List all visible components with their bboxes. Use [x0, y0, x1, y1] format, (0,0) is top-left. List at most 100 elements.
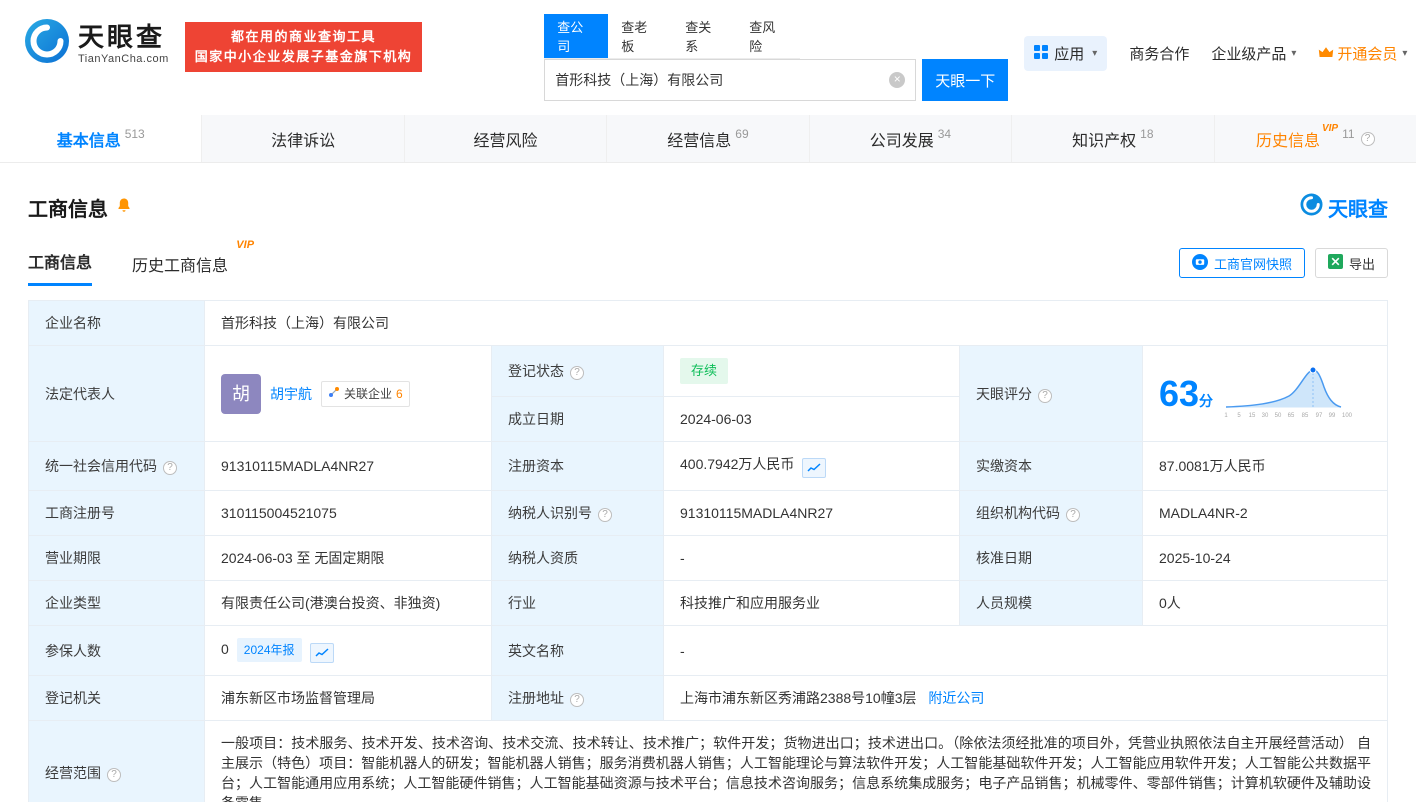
- taxpayer-id-value: 91310115MADLA4NR27: [663, 490, 960, 536]
- tab-operation-info-label: 经营信息: [667, 132, 732, 150]
- help-icon[interactable]: [1038, 388, 1052, 403]
- subtab-actions: 工商官网快照 导出: [1178, 248, 1388, 286]
- svg-text:1: 1: [1224, 413, 1228, 419]
- industry-value: 科技推广和应用服务业: [663, 580, 960, 626]
- related-companies-count: 6: [396, 386, 403, 401]
- legal-rep-link[interactable]: 胡宇航: [270, 384, 312, 404]
- help-icon[interactable]: [107, 768, 121, 782]
- reg-capital-text: 400.7942万人民币: [680, 456, 795, 472]
- apps-menu[interactable]: 应用: [1024, 36, 1108, 71]
- related-companies-label: 关联企业: [344, 386, 393, 401]
- address-label: 注册地址: [491, 675, 664, 721]
- promo-banner: 都在用的商业查询工具 国家中小企业发展子基金旗下机构: [184, 22, 423, 72]
- open-vip-menu[interactable]: 开通会员: [1318, 43, 1407, 64]
- tab-basic-info-label: 基本信息: [56, 132, 121, 150]
- section-head: 工商信息 天眼查: [28, 193, 1388, 222]
- search-tab-boss[interactable]: 查老板: [608, 14, 672, 58]
- brand-domain: TianYanCha.com: [78, 52, 169, 65]
- help-icon[interactable]: [1360, 131, 1375, 146]
- trend-chart-icon[interactable]: [309, 643, 334, 663]
- status-badge: 存续: [680, 358, 729, 384]
- tab-intellectual-property[interactable]: 知识产权 18: [1011, 115, 1213, 162]
- approval-date-label: 核准日期: [959, 535, 1143, 581]
- help-icon[interactable]: [570, 366, 584, 380]
- insured-count-label: 参保人数: [28, 625, 205, 676]
- org-code-value: MADLA4NR-2: [1142, 490, 1388, 536]
- table-row: 营业期限 2024-06-03 至 无固定期限 纳税人资质 - 核准日期 202…: [28, 535, 1388, 581]
- taxpayer-quality-value: -: [663, 535, 960, 581]
- export-label: 导出: [1348, 256, 1375, 272]
- search-tab-relation[interactable]: 查关系: [672, 14, 736, 58]
- clear-icon[interactable]: [889, 72, 906, 88]
- tianyancha-logo[interactable]: 天眼查 TianYanCha.com: [24, 18, 169, 69]
- score-unit: 分: [1199, 392, 1214, 409]
- tab-operation-risk-label: 经营风险: [473, 132, 538, 150]
- help-icon[interactable]: [598, 508, 612, 522]
- related-companies-tag[interactable]: 关联企业 6: [321, 380, 410, 407]
- search-button[interactable]: 天眼一下: [922, 59, 1009, 101]
- search-tab-risk[interactable]: 查风险: [736, 14, 800, 58]
- tab-basic-info[interactable]: 基本信息 513: [0, 115, 202, 162]
- industry-label: 行业: [491, 580, 664, 626]
- enterprise-products-menu[interactable]: 企业级产品: [1211, 43, 1296, 64]
- search-input[interactable]: [555, 72, 890, 88]
- trend-chart-icon[interactable]: [802, 458, 827, 478]
- business-cooperation-link[interactable]: 商务合作: [1129, 43, 1189, 64]
- subtab-history-business-info-label: 历史工商信息: [132, 258, 229, 275]
- table-row: 法定代表人 胡 胡宇航 关联企业 6 登记状态? 存续 天眼评分? 63分 1 …: [28, 345, 1388, 442]
- establish-date-value: 2024-06-03: [663, 396, 960, 442]
- tab-intellectual-property-count: 18: [1140, 126, 1154, 141]
- company-name-label: 企业名称: [28, 300, 205, 346]
- reg-capital-value: 400.7942万人民币: [663, 441, 960, 491]
- svg-text:100: 100: [1342, 413, 1353, 419]
- subtab-business-info[interactable]: 工商信息: [28, 249, 93, 286]
- main-content: 工商信息 天眼查 工商信息 历史工商信息 VIP 工商官网快照 导出 企业名称 …: [0, 193, 1416, 802]
- tab-history-info[interactable]: 历史信息 VIP 11: [1213, 115, 1416, 162]
- help-icon[interactable]: [1066, 508, 1080, 522]
- crown-icon: [1318, 45, 1334, 62]
- table-row: 经营范围 一般项目：技术服务、技术开发、技术咨询、技术交流、技术转让、技术推广；…: [28, 720, 1388, 802]
- svg-text:50: 50: [1275, 413, 1282, 419]
- tab-company-development-label: 公司发展: [869, 132, 934, 150]
- official-snapshot-button[interactable]: 工商官网快照: [1178, 248, 1305, 278]
- nearby-companies-link[interactable]: 附近公司: [928, 690, 984, 706]
- annual-report-badge[interactable]: 2024年报: [236, 638, 302, 662]
- help-icon[interactable]: [163, 461, 177, 475]
- address-value: 上海市浦东新区秀浦路2388号10幢3层 附近公司: [663, 675, 1388, 721]
- svg-text:65: 65: [1288, 413, 1295, 419]
- svg-text:30: 30: [1262, 413, 1269, 419]
- score-label: 天眼评分: [959, 345, 1143, 442]
- tab-legal-proceedings[interactable]: 法律诉讼: [201, 115, 403, 162]
- export-button[interactable]: 导出: [1314, 248, 1388, 278]
- avatar[interactable]: 胡: [221, 373, 261, 414]
- watermark-logo-icon: [1300, 193, 1323, 222]
- search-box: [544, 59, 917, 101]
- network-icon: [328, 384, 340, 404]
- tab-legal-proceedings-label: 法律诉讼: [271, 132, 336, 150]
- excel-icon: [1327, 254, 1343, 272]
- table-row: 工商注册号 310115004521075 纳税人识别号 91310115MAD…: [28, 490, 1388, 536]
- business-term-label: 营业期限: [28, 535, 205, 581]
- tab-operation-info[interactable]: 经营信息 69: [606, 115, 808, 162]
- registry-label: 登记机关: [28, 675, 205, 721]
- search-tab-company[interactable]: 查公司: [544, 14, 609, 58]
- insured-count-value: 0 2024年报: [204, 625, 492, 676]
- legal-rep-cell: 胡 胡宇航 关联企业 6: [204, 345, 492, 442]
- english-name-label: 英文名称: [491, 625, 664, 676]
- taxpayer-id-label-text: 纳税人识别号: [508, 505, 592, 521]
- svg-text:99: 99: [1329, 413, 1336, 419]
- tab-company-development[interactable]: 公司发展 34: [808, 115, 1011, 162]
- tab-operation-risk[interactable]: 经营风险: [403, 115, 606, 162]
- help-icon[interactable]: [570, 693, 584, 707]
- promo-banner-line2: 国家中小企业发展子基金旗下机构: [194, 49, 413, 64]
- address-label-text: 注册地址: [508, 690, 564, 706]
- english-name-value: -: [663, 625, 1388, 676]
- svg-text:97: 97: [1316, 413, 1323, 419]
- tab-history-info-count: 11: [1342, 126, 1355, 141]
- brand-name: 天眼查: [78, 21, 166, 52]
- watermark-logo-text: 天眼查: [1328, 199, 1388, 221]
- svg-text:5: 5: [1237, 413, 1241, 419]
- subscribe-bell-icon[interactable]: [116, 197, 132, 218]
- tab-basic-info-count: 513: [124, 126, 145, 141]
- subtab-history-business-info[interactable]: 历史工商信息 VIP: [132, 239, 254, 286]
